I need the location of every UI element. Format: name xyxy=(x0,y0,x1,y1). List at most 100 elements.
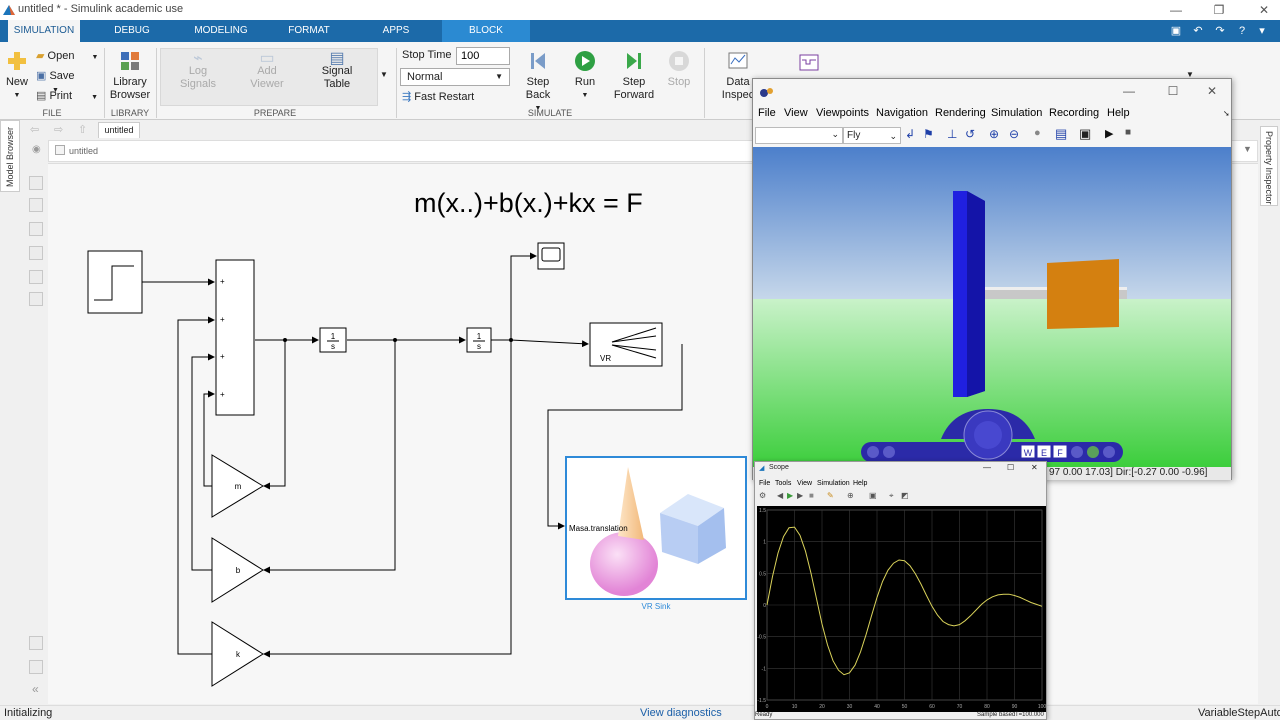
library-browser-button[interactable]: Library Browser xyxy=(108,50,152,102)
maximize-icon[interactable]: ❐ xyxy=(1205,0,1233,20)
zoom-out-icon[interactable]: ⊖ xyxy=(1009,127,1019,141)
nav-sphere-icon[interactable] xyxy=(1087,446,1099,458)
integrator-block-1[interactable]: 1 s xyxy=(319,327,347,353)
vr-menu-file[interactable]: File xyxy=(758,107,776,119)
zoom-icon[interactable] xyxy=(29,176,43,190)
solver-status[interactable]: VariableStepAuto xyxy=(1198,707,1280,719)
straighten-up-icon[interactable]: ⊥ xyxy=(947,127,957,141)
property-inspector-tab[interactable]: Property Inspector xyxy=(1260,126,1278,206)
vr-output-block[interactable]: VR xyxy=(589,322,663,367)
equation-annotation[interactable]: m(x..)+b(x.)+kx = F xyxy=(414,188,643,218)
list-icon[interactable]: ▤ xyxy=(1055,126,1067,142)
scope-run-icon[interactable]: ▶ xyxy=(787,491,793,500)
area-icon[interactable] xyxy=(29,292,43,306)
fast-restart-toggle[interactable]: ⇶ Fast Restart xyxy=(402,90,474,103)
step-block[interactable] xyxy=(87,250,143,314)
sum-block[interactable]: + + + + xyxy=(215,259,255,416)
signal-table-button[interactable]: ▤ Signal Table xyxy=(314,51,360,91)
redo-icon[interactable]: ↷ xyxy=(1212,23,1228,39)
up-arrow-icon[interactable]: ⇧ xyxy=(78,123,87,136)
scope-maximize-icon[interactable]: ☐ xyxy=(1007,463,1014,472)
nav-help-icon[interactable] xyxy=(1103,446,1115,458)
scope-step-back-icon[interactable]: ◀ xyxy=(777,491,783,500)
gain-m-block[interactable]: m xyxy=(211,454,264,518)
zoom-in-icon[interactable]: ⊕ xyxy=(989,127,999,141)
vr-menu-dock-icon[interactable]: ➘ xyxy=(1223,109,1230,118)
print-button[interactable]: ▤ Print ▼ xyxy=(36,90,100,104)
gain-b-block[interactable]: b xyxy=(211,537,264,603)
minimize-icon[interactable]: — xyxy=(1162,0,1190,20)
flag-icon[interactable]: ⚑ xyxy=(923,127,934,141)
capture-icon[interactable]: ▣ xyxy=(1079,126,1091,142)
breadcrumb-item[interactable]: untitled xyxy=(69,146,98,156)
return-viewpoint-icon[interactable]: ↲ xyxy=(905,127,915,141)
undo-move-icon[interactable]: ↺ xyxy=(965,127,975,141)
scope-menu-tools[interactable]: Tools xyxy=(775,480,791,487)
scope-menu-file[interactable]: File xyxy=(759,480,770,487)
scope-menu-view[interactable]: View xyxy=(797,480,812,487)
vr-menu-help[interactable]: Help xyxy=(1107,107,1130,119)
tab-debug[interactable]: DEBUG xyxy=(100,20,164,42)
navigation-mode-select[interactable]: Fly ⌄ xyxy=(843,127,901,144)
logic-analyzer-icon[interactable] xyxy=(798,52,820,74)
scope-menu-help[interactable]: Help xyxy=(853,480,867,487)
scope-zoom-icon[interactable]: ⊕ xyxy=(847,491,854,500)
gain-k-block[interactable]: k xyxy=(211,621,264,687)
close-icon[interactable]: ✕ xyxy=(1250,0,1278,20)
scope-close-icon[interactable]: ✕ xyxy=(1031,463,1038,472)
stop-icon[interactable]: ■ xyxy=(1125,127,1131,138)
forward-arrow-icon[interactable]: ⇨ xyxy=(54,123,63,136)
help-icon[interactable]: ? xyxy=(1234,23,1250,39)
vr-menu-recording[interactable]: Recording xyxy=(1049,107,1099,119)
save-quick-icon[interactable]: ▣ xyxy=(1168,23,1184,39)
undo-icon[interactable]: ↶ xyxy=(1190,23,1206,39)
collapse-icon[interactable]: « xyxy=(32,682,39,696)
hide-browser-icon[interactable]: ◉ xyxy=(32,144,41,155)
tab-modeling[interactable]: MODELING xyxy=(186,20,256,42)
back-arrow-icon[interactable]: ⇦ xyxy=(30,123,39,136)
viewpoint-select[interactable]: ⌄ xyxy=(755,127,843,144)
vr-menu-viewpoints[interactable]: Viewpoints xyxy=(816,107,869,119)
nav-e-button[interactable]: E xyxy=(1041,448,1047,458)
nav-minimize-icon[interactable] xyxy=(883,446,895,458)
scope-cursor-icon[interactable]: ⌖ xyxy=(889,491,894,501)
nav-f-button[interactable]: F xyxy=(1057,448,1063,458)
help-menu-chevron-icon[interactable]: ▾ xyxy=(1254,23,1270,39)
scope-style-icon[interactable]: ◩ xyxy=(901,491,909,500)
scope-menu-simulation[interactable]: Simulation xyxy=(817,480,850,487)
scope-block[interactable] xyxy=(537,242,565,270)
scope-highlight-icon[interactable]: ✎ xyxy=(827,491,834,500)
breadcrumb-chevron-icon[interactable]: ▼ xyxy=(1243,144,1252,154)
record-icon[interactable]: ● xyxy=(1034,127,1041,139)
run-button[interactable]: Run ▼ xyxy=(566,50,604,102)
tab-block[interactable]: BLOCK xyxy=(442,20,530,42)
annotation-icon[interactable] xyxy=(29,246,43,260)
new-button[interactable]: New ▼ xyxy=(4,50,30,102)
view-diagnostics-link[interactable]: View diagnostics xyxy=(640,707,722,719)
explorer-bar-icon[interactable] xyxy=(29,660,43,674)
scope-minimize-icon[interactable]: — xyxy=(983,463,991,472)
step-back-button[interactable]: Step Back ▼ xyxy=(518,50,558,115)
open-button[interactable]: ▰ Open ▼ xyxy=(36,50,100,64)
integrator-block-2[interactable]: 1 s xyxy=(466,327,492,353)
vr-menu-rendering[interactable]: Rendering xyxy=(935,107,986,119)
tab-simulation[interactable]: SIMULATION xyxy=(8,20,80,42)
vr-menu-navigation[interactable]: Navigation xyxy=(876,107,928,119)
vr-maximize-icon[interactable]: ☐ xyxy=(1159,81,1187,101)
vr-minimize-icon[interactable]: — xyxy=(1115,81,1143,101)
stop-button[interactable]: Stop xyxy=(664,50,694,89)
image-icon[interactable] xyxy=(29,270,43,284)
arrow-icon[interactable] xyxy=(29,222,43,236)
model-tab[interactable]: untitled xyxy=(98,122,140,138)
step-forward-button[interactable]: Step Forward xyxy=(612,50,656,102)
model-browser-tab[interactable]: Model Browser xyxy=(0,120,20,192)
scope-stop-icon[interactable]: ■ xyxy=(809,491,814,500)
tab-apps[interactable]: APPS xyxy=(364,20,428,42)
stop-time-input[interactable] xyxy=(456,47,510,65)
nav-close-icon[interactable] xyxy=(867,446,879,458)
vr-menu-view[interactable]: View xyxy=(784,107,808,119)
simulation-mode-select[interactable]: Normal ▼ xyxy=(400,68,510,86)
vr-sink-block[interactable]: Masa.translation xyxy=(565,456,747,600)
tab-format[interactable]: FORMAT xyxy=(276,20,342,42)
vr-close-icon[interactable]: ✕ xyxy=(1198,81,1226,101)
